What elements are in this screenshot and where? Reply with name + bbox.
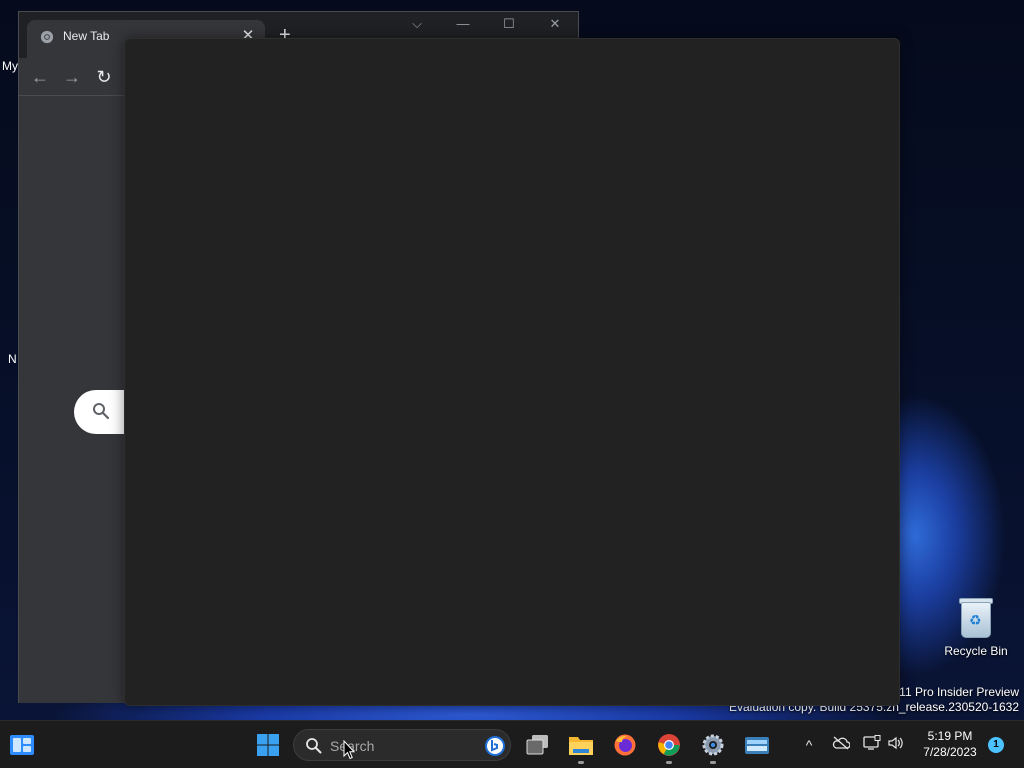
recycle-bin-icon: ♻: [958, 596, 994, 638]
task-view-icon[interactable]: [524, 731, 552, 759]
mouse-cursor-icon: [343, 740, 355, 760]
bing-icon[interactable]: [484, 735, 506, 757]
tab-search-dropdown-button[interactable]: ⌵: [405, 16, 429, 32]
running-indicator: [578, 761, 584, 764]
notification-badge[interactable]: 1: [988, 737, 1004, 753]
settings-gear-icon[interactable]: [699, 731, 727, 759]
search-icon: [306, 738, 322, 754]
recycle-bin-label: Recycle Bin: [944, 644, 1008, 658]
system-clock[interactable]: 5:19 PM 7/28/2023: [914, 728, 986, 760]
file-explorer-icon[interactable]: [567, 731, 595, 759]
forward-button[interactable]: →: [61, 66, 83, 88]
minimize-button[interactable]: —: [451, 16, 475, 31]
widgets-icon[interactable]: [8, 731, 36, 759]
search-icon: [93, 403, 110, 420]
desktop-icon-label[interactable]: N: [8, 352, 17, 366]
desktop-icon-label[interactable]: My: [2, 59, 18, 73]
blank-app-window[interactable]: [124, 38, 900, 706]
touch-keyboard-app-icon[interactable]: [743, 731, 771, 759]
maximize-button[interactable]: ☐: [497, 16, 521, 32]
start-button-icon[interactable]: [254, 731, 282, 759]
chrome-favicon-icon: [40, 30, 54, 44]
firefox-icon[interactable]: [611, 731, 639, 759]
clock-time: 5:19 PM: [927, 729, 973, 743]
running-indicator: [710, 761, 716, 764]
taskbar: ^ 5:19 PM 7/28/2023 1: [0, 720, 1024, 768]
reload-button[interactable]: ↻: [93, 66, 115, 88]
chrome-icon[interactable]: [655, 731, 683, 759]
taskbar-search-box[interactable]: [293, 729, 511, 761]
volume-icon[interactable]: [886, 735, 906, 755]
tab-title: New Tab: [63, 29, 110, 43]
back-button[interactable]: ←: [29, 66, 51, 88]
show-hidden-icons-chevron-icon[interactable]: ^: [799, 735, 819, 755]
running-indicator: [666, 761, 672, 764]
close-window-button[interactable]: ✕: [543, 16, 567, 32]
recycle-bin-shortcut[interactable]: ♻ Recycle Bin: [940, 596, 1012, 658]
network-icon[interactable]: [862, 735, 882, 755]
onedrive-offline-icon[interactable]: [831, 735, 851, 755]
clock-date: 7/28/2023: [923, 745, 977, 759]
